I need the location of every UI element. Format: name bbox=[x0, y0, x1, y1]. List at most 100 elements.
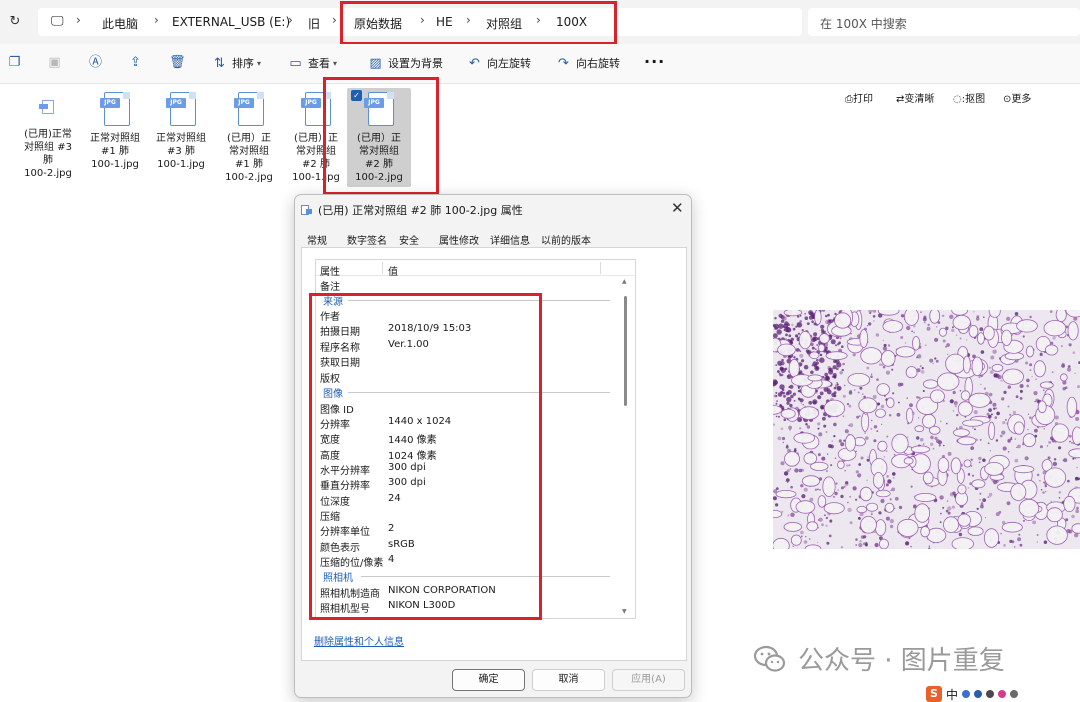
print-button[interactable]: ⎙打印 bbox=[845, 90, 873, 105]
list-item[interactable]: 宽度 1440 像素 bbox=[316, 430, 635, 446]
breadcrumb-100x[interactable]: 100X bbox=[556, 15, 587, 29]
rotate-right-button[interactable]: ↷ 向右旋转 bbox=[556, 55, 620, 71]
list-item[interactable]: 图像 ID bbox=[316, 400, 635, 416]
properties-dialog: (已用) 正常对照组 #2 肺 100-2.jpg 属性 ✕ 常规 数字签名 安… bbox=[294, 194, 692, 698]
delete-button[interactable]: 🗑 bbox=[169, 55, 186, 70]
rename-button[interactable]: Ⓐ bbox=[88, 55, 103, 70]
chevron-right-icon[interactable]: › bbox=[332, 13, 337, 27]
cutout-icon: ◌: bbox=[953, 94, 966, 105]
image-file-icon bbox=[301, 205, 313, 215]
ime-language[interactable]: 中 bbox=[946, 686, 958, 702]
file-item-selected[interactable]: ✓ JPG (已用）正 常对照组 #2 肺 100-2.jpg bbox=[347, 88, 411, 187]
skin-icon[interactable] bbox=[998, 690, 1007, 698]
share-icon: ⇪ bbox=[130, 55, 141, 70]
scrollbar-thumb[interactable] bbox=[624, 296, 627, 406]
file-item[interactable]: JPG (已用）正 常对照组 #2 肺 100-1.jpg bbox=[283, 92, 349, 184]
file-name: (已用）正 常对照组 #2 肺 100-1.jpg bbox=[292, 133, 340, 183]
chevron-right-icon[interactable]: › bbox=[288, 13, 293, 27]
property-list[interactable]: 属性 值 备注 来源 作者 拍摄日期 2018/10/9 15:03 程序名称 Ve… bbox=[315, 259, 636, 619]
sogou-icon[interactable]: S bbox=[926, 686, 942, 702]
breadcrumb-control-group[interactable]: 对照组 bbox=[486, 15, 522, 32]
tab-property-edit[interactable]: 属性修改 bbox=[439, 232, 479, 247]
tab-details[interactable]: 详细信息 bbox=[490, 232, 530, 247]
cancel-button[interactable]: 取消 bbox=[532, 669, 605, 691]
more-actions-button[interactable]: ⊙更多 bbox=[1003, 90, 1031, 105]
list-item[interactable]: 压缩的位/像素 4 bbox=[316, 553, 635, 569]
checkbox-checked-icon[interactable]: ✓ bbox=[351, 90, 362, 101]
list-item[interactable]: 位深度 24 bbox=[316, 492, 635, 508]
keyboard-icon[interactable] bbox=[986, 690, 995, 698]
file-item[interactable]: JPG 正常对照组 #3 肺 100-1.jpg bbox=[148, 92, 214, 171]
close-icon[interactable]: ✕ bbox=[671, 199, 684, 217]
breadcrumb-this-pc[interactable]: 此电脑 bbox=[102, 15, 138, 32]
cutout-button[interactable]: ◌:抠图 bbox=[953, 90, 985, 105]
scroll-down-icon[interactable]: ▼ bbox=[622, 608, 627, 615]
print-label: 打印 bbox=[853, 94, 873, 105]
list-item[interactable]: 拍摄日期 2018/10/9 15:03 bbox=[316, 322, 635, 338]
set-background-button[interactable]: ▨ 设置为背景 bbox=[368, 55, 443, 71]
chevron-right-icon[interactable]: › bbox=[154, 13, 159, 27]
sort-label: 排序 bbox=[232, 57, 254, 70]
watermark-text: 公众号 · 图片重复 bbox=[798, 646, 1005, 676]
file-item[interactable]: JPG (已用）正 常对照组 #1 肺 100-2.jpg bbox=[216, 92, 282, 184]
list-item[interactable]: 颜色表示 sRGB bbox=[316, 538, 635, 554]
chevron-right-icon[interactable]: › bbox=[420, 13, 425, 27]
address-bar[interactable]: 🖵 › 此电脑 › EXTERNAL_USB (E:) › 旧 › 原始数据 ›… bbox=[38, 8, 802, 36]
column-value[interactable]: 值 bbox=[388, 263, 398, 278]
list-item[interactable]: 分辨率 1440 x 1024 bbox=[316, 415, 635, 431]
apply-button[interactable]: 应用(A) bbox=[612, 669, 685, 691]
toolbox-icon[interactable] bbox=[1010, 690, 1019, 698]
list-item[interactable]: 作者 bbox=[316, 307, 635, 323]
scroll-up-icon[interactable]: ▲ bbox=[622, 278, 627, 285]
view-button[interactable]: ▭ 查看 ▾ bbox=[288, 55, 337, 71]
breadcrumb-old[interactable]: 旧 bbox=[308, 15, 320, 32]
file-name: (已用）正 常对照组 #2 肺 100-2.jpg bbox=[355, 133, 403, 183]
list-item[interactable]: 版权 bbox=[316, 369, 635, 385]
microphone-icon[interactable] bbox=[974, 690, 983, 698]
tab-security[interactable]: 安全 bbox=[399, 232, 419, 247]
group-divider bbox=[348, 300, 610, 301]
file-item[interactable]: JPG 正常对照组 #1 肺 100-1.jpg bbox=[82, 92, 148, 171]
list-item[interactable]: 照相机型号 NIKON L300D bbox=[316, 599, 635, 615]
scrollbar[interactable]: ▲ ▼ bbox=[618, 276, 635, 618]
chevron-right-icon[interactable]: › bbox=[466, 13, 471, 27]
more-options-button[interactable]: ··· bbox=[644, 52, 665, 71]
list-item[interactable]: 分辨率单位 2 bbox=[316, 522, 635, 538]
list-item[interactable]: 压缩 bbox=[316, 507, 635, 523]
ime-toolbar[interactable]: S 中 bbox=[926, 686, 1019, 702]
chevron-right-icon[interactable]: › bbox=[76, 13, 81, 27]
list-item[interactable]: 备注 bbox=[316, 277, 635, 293]
punctuation-icon[interactable] bbox=[962, 690, 971, 698]
tab-previous-versions[interactable]: 以前的版本 bbox=[541, 232, 591, 247]
refresh-icon[interactable]: ↻ bbox=[7, 14, 23, 30]
lung-tissue-image bbox=[773, 310, 1080, 549]
list-item[interactable]: 垂直分辨率 300 dpi bbox=[316, 476, 635, 492]
search-box[interactable]: 在 100X 中搜索 bbox=[808, 8, 1080, 36]
chevron-right-icon[interactable]: › bbox=[536, 13, 541, 27]
file-item[interactable]: (已用)正常 对照组 #3 肺 100-2.jpg bbox=[15, 92, 81, 180]
paste-button[interactable]: ▣ bbox=[47, 55, 62, 70]
list-item[interactable]: 程序名称 Ver.1.00 bbox=[316, 338, 635, 354]
breadcrumb-drive[interactable]: EXTERNAL_USB (E:) bbox=[172, 15, 290, 29]
remove-properties-link[interactable]: 删除属性和个人信息 bbox=[314, 633, 404, 648]
rotate-left-button[interactable]: ↶ 向左旋转 bbox=[467, 55, 531, 71]
breadcrumb-raw-data[interactable]: 原始数据 bbox=[354, 15, 402, 32]
wechat-icon bbox=[753, 645, 786, 672]
list-item[interactable]: 高度 1024 像素 bbox=[316, 446, 635, 462]
column-divider bbox=[382, 262, 383, 274]
share-button[interactable]: ⇪ bbox=[128, 55, 143, 70]
ok-button[interactable]: 确定 bbox=[452, 669, 525, 691]
jpg-file-icon: JPG bbox=[100, 92, 130, 128]
column-property[interactable]: 属性 bbox=[320, 263, 340, 278]
sharpen-button[interactable]: ⇄变清晰 bbox=[896, 90, 934, 105]
tab-general[interactable]: 常规 bbox=[307, 232, 327, 247]
trash-icon: 🗑 bbox=[169, 55, 186, 70]
breadcrumb-he[interactable]: HE bbox=[436, 15, 453, 29]
paste-icon: ▣ bbox=[48, 55, 61, 70]
sort-button[interactable]: ⇅ 排序 ▾ bbox=[212, 55, 261, 71]
list-item[interactable]: 水平分辨率 300 dpi bbox=[316, 461, 635, 477]
list-item[interactable]: 获取日期 bbox=[316, 353, 635, 369]
list-item[interactable]: 照相机制造商 NIKON CORPORATION bbox=[316, 584, 635, 600]
copy-button[interactable]: ❐ bbox=[7, 55, 22, 70]
tab-digital-signature[interactable]: 数字签名 bbox=[347, 232, 387, 247]
